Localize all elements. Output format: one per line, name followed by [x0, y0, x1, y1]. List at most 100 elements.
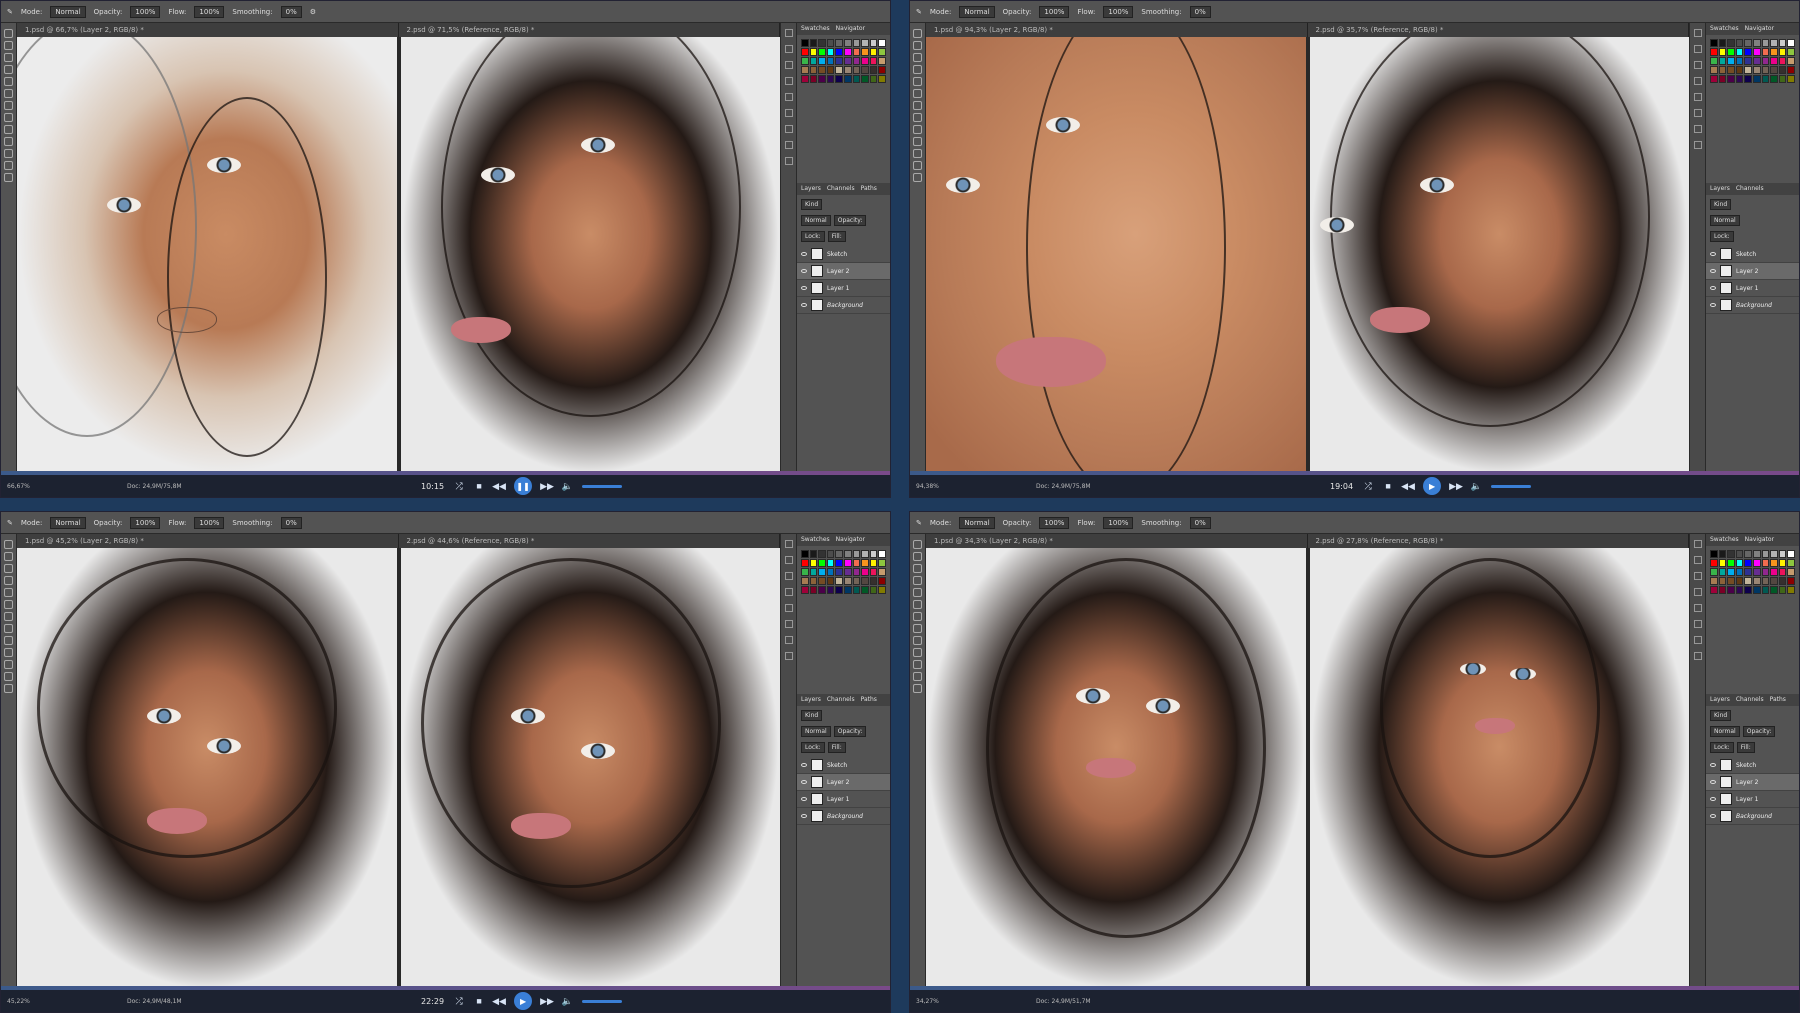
color-swatch[interactable] [801, 550, 809, 558]
color-swatch[interactable] [1727, 75, 1735, 83]
move-tool-icon[interactable] [913, 29, 922, 38]
brush-tool-icon[interactable]: ✎ [916, 8, 922, 16]
color-swatch[interactable] [1735, 39, 1744, 47]
visibility-eye-icon[interactable] [1710, 286, 1716, 290]
color-swatch[interactable] [1710, 48, 1718, 56]
color-swatch[interactable] [1761, 577, 1770, 585]
color-swatch[interactable] [801, 39, 809, 47]
color-swatch[interactable] [1752, 57, 1761, 65]
tab-painting-document[interactable]: 1.psd @ 45,2% (Layer 2, RGB/8) * [17, 534, 399, 548]
mode-select[interactable]: Normal [50, 5, 86, 18]
tab-paths[interactable]: Paths [861, 694, 877, 706]
swatch-grid[interactable] [801, 39, 886, 139]
crop-tool-icon[interactable] [913, 65, 922, 74]
color-swatch[interactable] [809, 586, 818, 594]
color-swatch[interactable] [1752, 559, 1761, 567]
color-swatch[interactable] [818, 39, 826, 47]
color-swatch[interactable] [869, 75, 878, 83]
brush-tool-icon[interactable] [4, 89, 13, 98]
tab-painting-document[interactable]: 1.psd @ 94,3% (Layer 2, RGB/8) * [926, 23, 1308, 37]
color-swatch[interactable] [861, 66, 869, 74]
canvas-area[interactable] [17, 548, 780, 990]
color-swatch[interactable] [869, 57, 878, 65]
brush-tool-icon[interactable] [913, 600, 922, 609]
tools-icon[interactable] [784, 652, 793, 660]
color-swatch[interactable] [1752, 75, 1761, 83]
color-swatch[interactable] [861, 559, 869, 567]
color-swatch[interactable] [1761, 550, 1770, 558]
stop-icon[interactable]: ■ [474, 996, 484, 1006]
move-tool-icon[interactable] [4, 29, 13, 38]
layer-row[interactable]: Background [797, 808, 890, 825]
canvas-area[interactable] [17, 37, 780, 475]
color-swatch[interactable] [1710, 577, 1718, 585]
color-swatch[interactable] [835, 559, 843, 567]
smudge-tool-icon[interactable] [913, 125, 922, 134]
color-swatch[interactable] [826, 577, 835, 585]
color-swatch[interactable] [1761, 66, 1770, 74]
text-icon[interactable] [1693, 620, 1702, 628]
color-swatch[interactable] [878, 559, 886, 567]
rewind-icon[interactable]: ◀◀ [492, 481, 506, 491]
color-swatch[interactable] [1727, 39, 1735, 47]
color-swatch[interactable] [1787, 586, 1795, 594]
lasso-tool-icon[interactable] [4, 564, 13, 573]
rewind-icon[interactable]: ◀◀ [1401, 481, 1415, 491]
brush-tool-icon[interactable]: ✎ [7, 8, 13, 16]
type-tool-icon[interactable] [913, 660, 922, 669]
color-swatch[interactable] [1735, 57, 1744, 65]
brush-tool-icon[interactable]: ✎ [916, 519, 922, 527]
color-swatch[interactable] [1744, 550, 1752, 558]
color-swatch[interactable] [1735, 66, 1744, 74]
color-swatch[interactable] [809, 66, 818, 74]
layer-row[interactable]: Layer 1 [1706, 791, 1799, 808]
color-swatch[interactable] [852, 577, 861, 585]
tab-reference-document[interactable]: 2.psd @ 35,7% (Reference, RGB/8) * [1307, 23, 1689, 37]
color-swatch[interactable] [1735, 559, 1744, 567]
brush-tool-icon[interactable] [4, 600, 13, 609]
hand-tool-icon[interactable] [4, 672, 13, 681]
color-swatch[interactable] [818, 57, 826, 65]
tab-channels[interactable]: Channels [827, 694, 855, 706]
color-swatch[interactable] [861, 550, 869, 558]
color-swatch[interactable] [1778, 559, 1787, 567]
color-swatch[interactable] [1735, 577, 1744, 585]
color-swatch[interactable] [1770, 66, 1778, 74]
color-swatch[interactable] [1778, 39, 1787, 47]
marquee-tool-icon[interactable] [4, 552, 13, 561]
visibility-eye-icon[interactable] [1710, 763, 1716, 767]
paragraph-icon[interactable] [1693, 125, 1702, 133]
crop-tool-icon[interactable] [913, 576, 922, 585]
people-icon[interactable] [1693, 93, 1702, 101]
color-swatch[interactable] [835, 75, 843, 83]
opacity-field[interactable]: 100% [1039, 516, 1070, 529]
move-tool-icon[interactable] [4, 540, 13, 549]
tab-painting-document[interactable]: 1.psd @ 66,7% (Layer 2, RGB/8) * [17, 23, 399, 37]
color-swatch[interactable] [861, 39, 869, 47]
flow-field[interactable]: 100% [1103, 516, 1134, 529]
color-swatch[interactable] [852, 550, 861, 558]
color-swatch[interactable] [1770, 559, 1778, 567]
tab-reference-document[interactable]: 2.psd @ 27,8% (Reference, RGB/8) * [1307, 534, 1689, 548]
color-swatch[interactable] [1710, 550, 1718, 558]
color-swatch[interactable] [835, 39, 843, 47]
visibility-eye-icon[interactable] [801, 286, 807, 290]
color-swatch[interactable] [818, 577, 826, 585]
color-swatch[interactable] [826, 550, 835, 558]
color-swatch[interactable] [1778, 550, 1787, 558]
color-swatch[interactable] [1735, 48, 1744, 56]
layer-row[interactable]: Layer 1 [797, 280, 890, 297]
gradient-tool-icon[interactable] [913, 113, 922, 122]
color-swatch[interactable] [1787, 57, 1795, 65]
color-swatch[interactable] [878, 550, 886, 558]
color-swatch[interactable] [801, 568, 809, 576]
color-swatch[interactable] [835, 550, 843, 558]
layer-kind-filter[interactable]: Kind [801, 199, 823, 210]
color-swatch[interactable] [1787, 66, 1795, 74]
visibility-eye-icon[interactable] [801, 780, 807, 784]
lasso-tool-icon[interactable] [913, 564, 922, 573]
opacity-field[interactable]: 100% [130, 5, 161, 18]
visibility-eye-icon[interactable] [801, 797, 807, 801]
mode-select[interactable]: Normal [959, 5, 995, 18]
crop-tool-icon[interactable] [4, 576, 13, 585]
